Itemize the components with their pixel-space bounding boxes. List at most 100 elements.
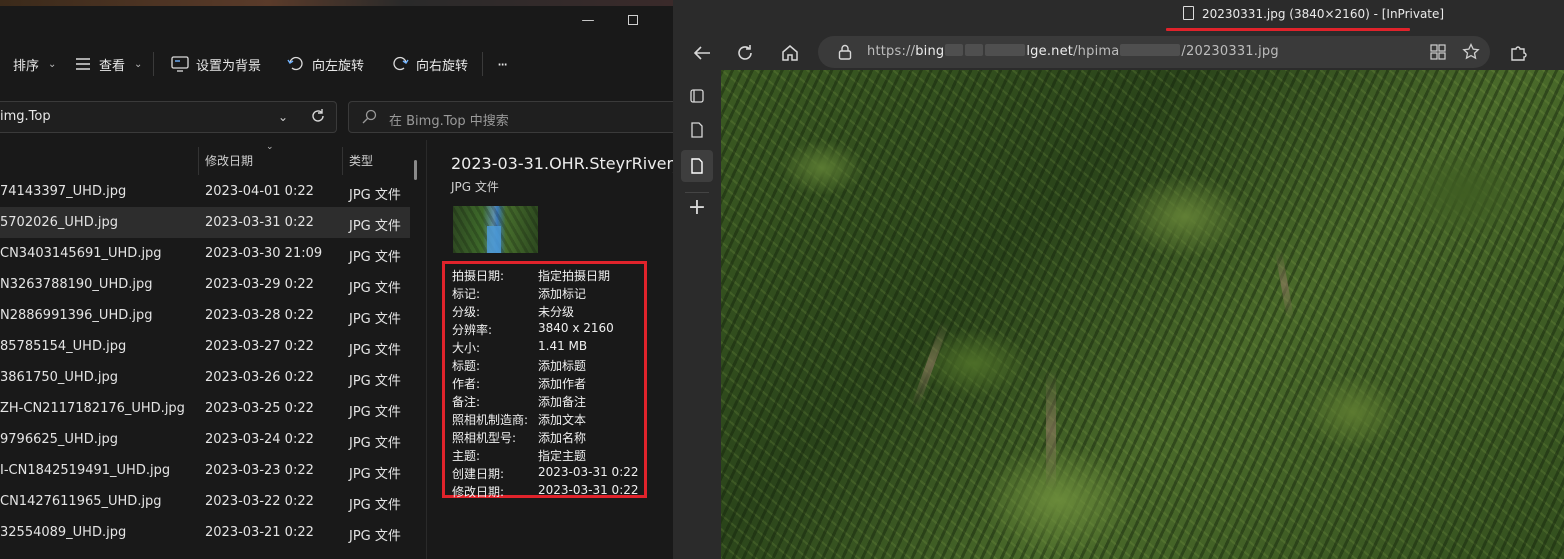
search-box[interactable]: 在 Bimg.Top 中搜索 [348, 101, 673, 133]
title-highlight-underline [1166, 28, 1410, 31]
property-label: 分级: [452, 305, 481, 319]
property-row: 主题: 指定主题 [452, 447, 586, 464]
property-value[interactable]: 指定拍摄日期 [538, 267, 610, 284]
file-name: 3861750_UHD.jpg [0, 370, 118, 385]
file-type: JPG 文件 [349, 374, 401, 389]
sort-button[interactable]: 排序 ⌄ [0, 50, 56, 78]
file-row[interactable]: 3861750_UHD.jpg 2023-03-26 0:22 JPG 文件 [0, 362, 410, 393]
url-bar[interactable]: https://bing lge.net/hpima/20230331.jpg [818, 36, 1490, 68]
refresh-button[interactable] [730, 38, 760, 68]
rotate-left-label: 向左旋转 [312, 58, 365, 74]
file-row[interactable]: CN1427611965_UHD.jpg 2023-03-22 0:22 JPG 文… [0, 486, 410, 517]
property-label: 备注: [452, 395, 481, 409]
file-row[interactable]: 9796625_UHD.jpg 2023-03-24 0:22 JPG 文件 [0, 424, 410, 455]
property-value[interactable]: 添加备注 [538, 393, 586, 410]
file-row[interactable]: 5702026_UHD.jpg 2023-03-31 0:22 JPG 文件 [0, 207, 410, 238]
chevron-down-icon[interactable]: ⌄ [278, 110, 288, 124]
sort-icon [0, 55, 6, 73]
image-viewer[interactable] [721, 70, 1564, 559]
property-label: 作者: [452, 377, 481, 391]
favorite-star-icon[interactable] [1462, 42, 1480, 65]
file-type: JPG 文件 [349, 219, 401, 234]
app-available-icon[interactable] [1430, 44, 1446, 64]
address-bar[interactable]: img.Top ⌄ [0, 101, 337, 133]
file-row[interactable]: N3263788190_UHD.jpg 2023-03-29 0:22 JPG 文件 [0, 269, 410, 300]
tab-actions-button[interactable] [681, 80, 713, 112]
sort-label: 排序 [13, 58, 40, 74]
vertical-tab-page[interactable] [681, 114, 713, 146]
file-name: 74143397_UHD.jpg [0, 184, 127, 199]
column-divider[interactable] [342, 147, 343, 175]
file-type: JPG 文件 [349, 405, 401, 420]
property-label: 标记: [452, 287, 481, 301]
image-thumbnail [453, 206, 538, 253]
address-text: img.Top [0, 109, 51, 124]
file-date: 2023-03-25 0:22 [205, 401, 314, 416]
file-date: 2023-03-26 0:22 [205, 370, 314, 385]
home-button[interactable] [775, 38, 805, 68]
redacted-blur [985, 44, 1026, 56]
back-button[interactable] [687, 38, 717, 68]
file-name: I-CN1842519491_UHD.jpg [0, 463, 171, 478]
property-label: 创建日期: [452, 467, 505, 481]
file-type: JPG 文件 [349, 436, 401, 451]
set-as-background-button[interactable]: 设置为背景 [171, 50, 261, 78]
file-date: 2023-03-29 0:22 [205, 277, 314, 292]
plus-icon: + [687, 194, 707, 220]
column-header-type[interactable]: 类型 [349, 140, 373, 178]
property-value[interactable]: 添加文本 [538, 411, 586, 428]
property-row: 作者: 添加作者 [452, 375, 586, 392]
file-type: JPG 文件 [349, 188, 401, 203]
view-icon [74, 55, 92, 73]
file-date: 2023-03-27 0:22 [205, 339, 314, 354]
property-value[interactable]: 添加标题 [538, 357, 586, 374]
file-row[interactable]: I-CN1842519491_UHD.jpg 2023-03-23 0:22 JPG… [0, 455, 410, 486]
url-scheme: https:// [867, 44, 916, 59]
property-value[interactable]: 未分级 [538, 303, 574, 320]
property-value[interactable]: 添加作者 [538, 375, 586, 392]
property-row: 照相机型号: 添加名称 [452, 429, 586, 446]
file-row[interactable]: 74143397_UHD.jpg 2023-04-01 0:22 JPG 文件 [0, 176, 410, 207]
property-row: 修改日期: 2023-03-31 0:22 [452, 483, 639, 500]
refresh-icon[interactable] [309, 107, 329, 127]
file-row[interactable]: ZH-CN2117182176_UHD.jpg 2023-03-25 0:22 JP… [0, 393, 410, 424]
file-row[interactable]: N2886991396_UHD.jpg 2023-03-28 0:22 JPG 文件 [0, 300, 410, 331]
column-divider[interactable] [198, 147, 199, 175]
rotate-left-button[interactable]: 向左旋转 [287, 50, 364, 78]
property-value[interactable]: 添加名称 [538, 429, 586, 446]
property-label: 大小: [452, 341, 481, 355]
tab-title-text: 20230331.jpg (3840×2160) - [InPrivate] [1202, 7, 1445, 21]
back-arrow-icon [693, 46, 710, 60]
maximize-button[interactable] [610, 8, 656, 32]
file-row[interactable]: 85785154_UHD.jpg 2023-03-27 0:22 JPG 文件 [0, 331, 410, 362]
property-label: 照相机型号: [452, 431, 517, 445]
file-row[interactable]: 32554089_UHD.jpg 2023-03-21 0:22 JPG 文件 [0, 517, 410, 548]
file-row[interactable]: CN3403145691_UHD.jpg 2023-03-30 21:09 JPG … [0, 238, 410, 269]
file-date: 2023-03-28 0:22 [205, 308, 314, 323]
column-header-date[interactable]: 修改日期 [205, 140, 253, 178]
new-tab-button[interactable]: + [681, 191, 713, 223]
tab-title[interactable]: 20230331.jpg (3840×2160) - [InPrivate] [1183, 6, 1444, 21]
scrollbar-thumb[interactable] [414, 160, 417, 180]
property-value: 2023-03-31 0:22 [538, 465, 639, 479]
extensions-button[interactable] [1503, 38, 1533, 68]
chevron-down-icon: ⌄ [48, 58, 57, 70]
url-host-end: lge.net [1026, 44, 1074, 59]
rotate-right-icon [391, 55, 409, 73]
rotate-right-button[interactable]: 向右旋转 [391, 50, 468, 78]
file-list: 74143397_UHD.jpg 2023-04-01 0:22 JPG 文件 570… [0, 176, 410, 548]
view-button[interactable]: 查看 ⌄ [74, 50, 142, 78]
file-type: JPG 文件 [349, 343, 401, 358]
more-options-button[interactable]: ··· [497, 50, 508, 78]
file-date: 2023-03-22 0:22 [205, 494, 314, 509]
vertical-tab-active[interactable] [681, 150, 713, 182]
property-row: 拍摄日期: 指定拍摄日期 [452, 267, 610, 284]
property-value[interactable]: 添加标记 [538, 285, 586, 302]
set-as-background-label: 设置为背景 [196, 58, 262, 74]
property-value[interactable]: 指定主题 [538, 447, 586, 464]
property-row: 照相机制造商: 添加文本 [452, 411, 586, 428]
minimize-button[interactable]: — [565, 8, 611, 32]
desktop-background-icon [171, 55, 189, 73]
view-label: 查看 [99, 58, 126, 74]
property-value: 1.41 MB [538, 339, 588, 353]
